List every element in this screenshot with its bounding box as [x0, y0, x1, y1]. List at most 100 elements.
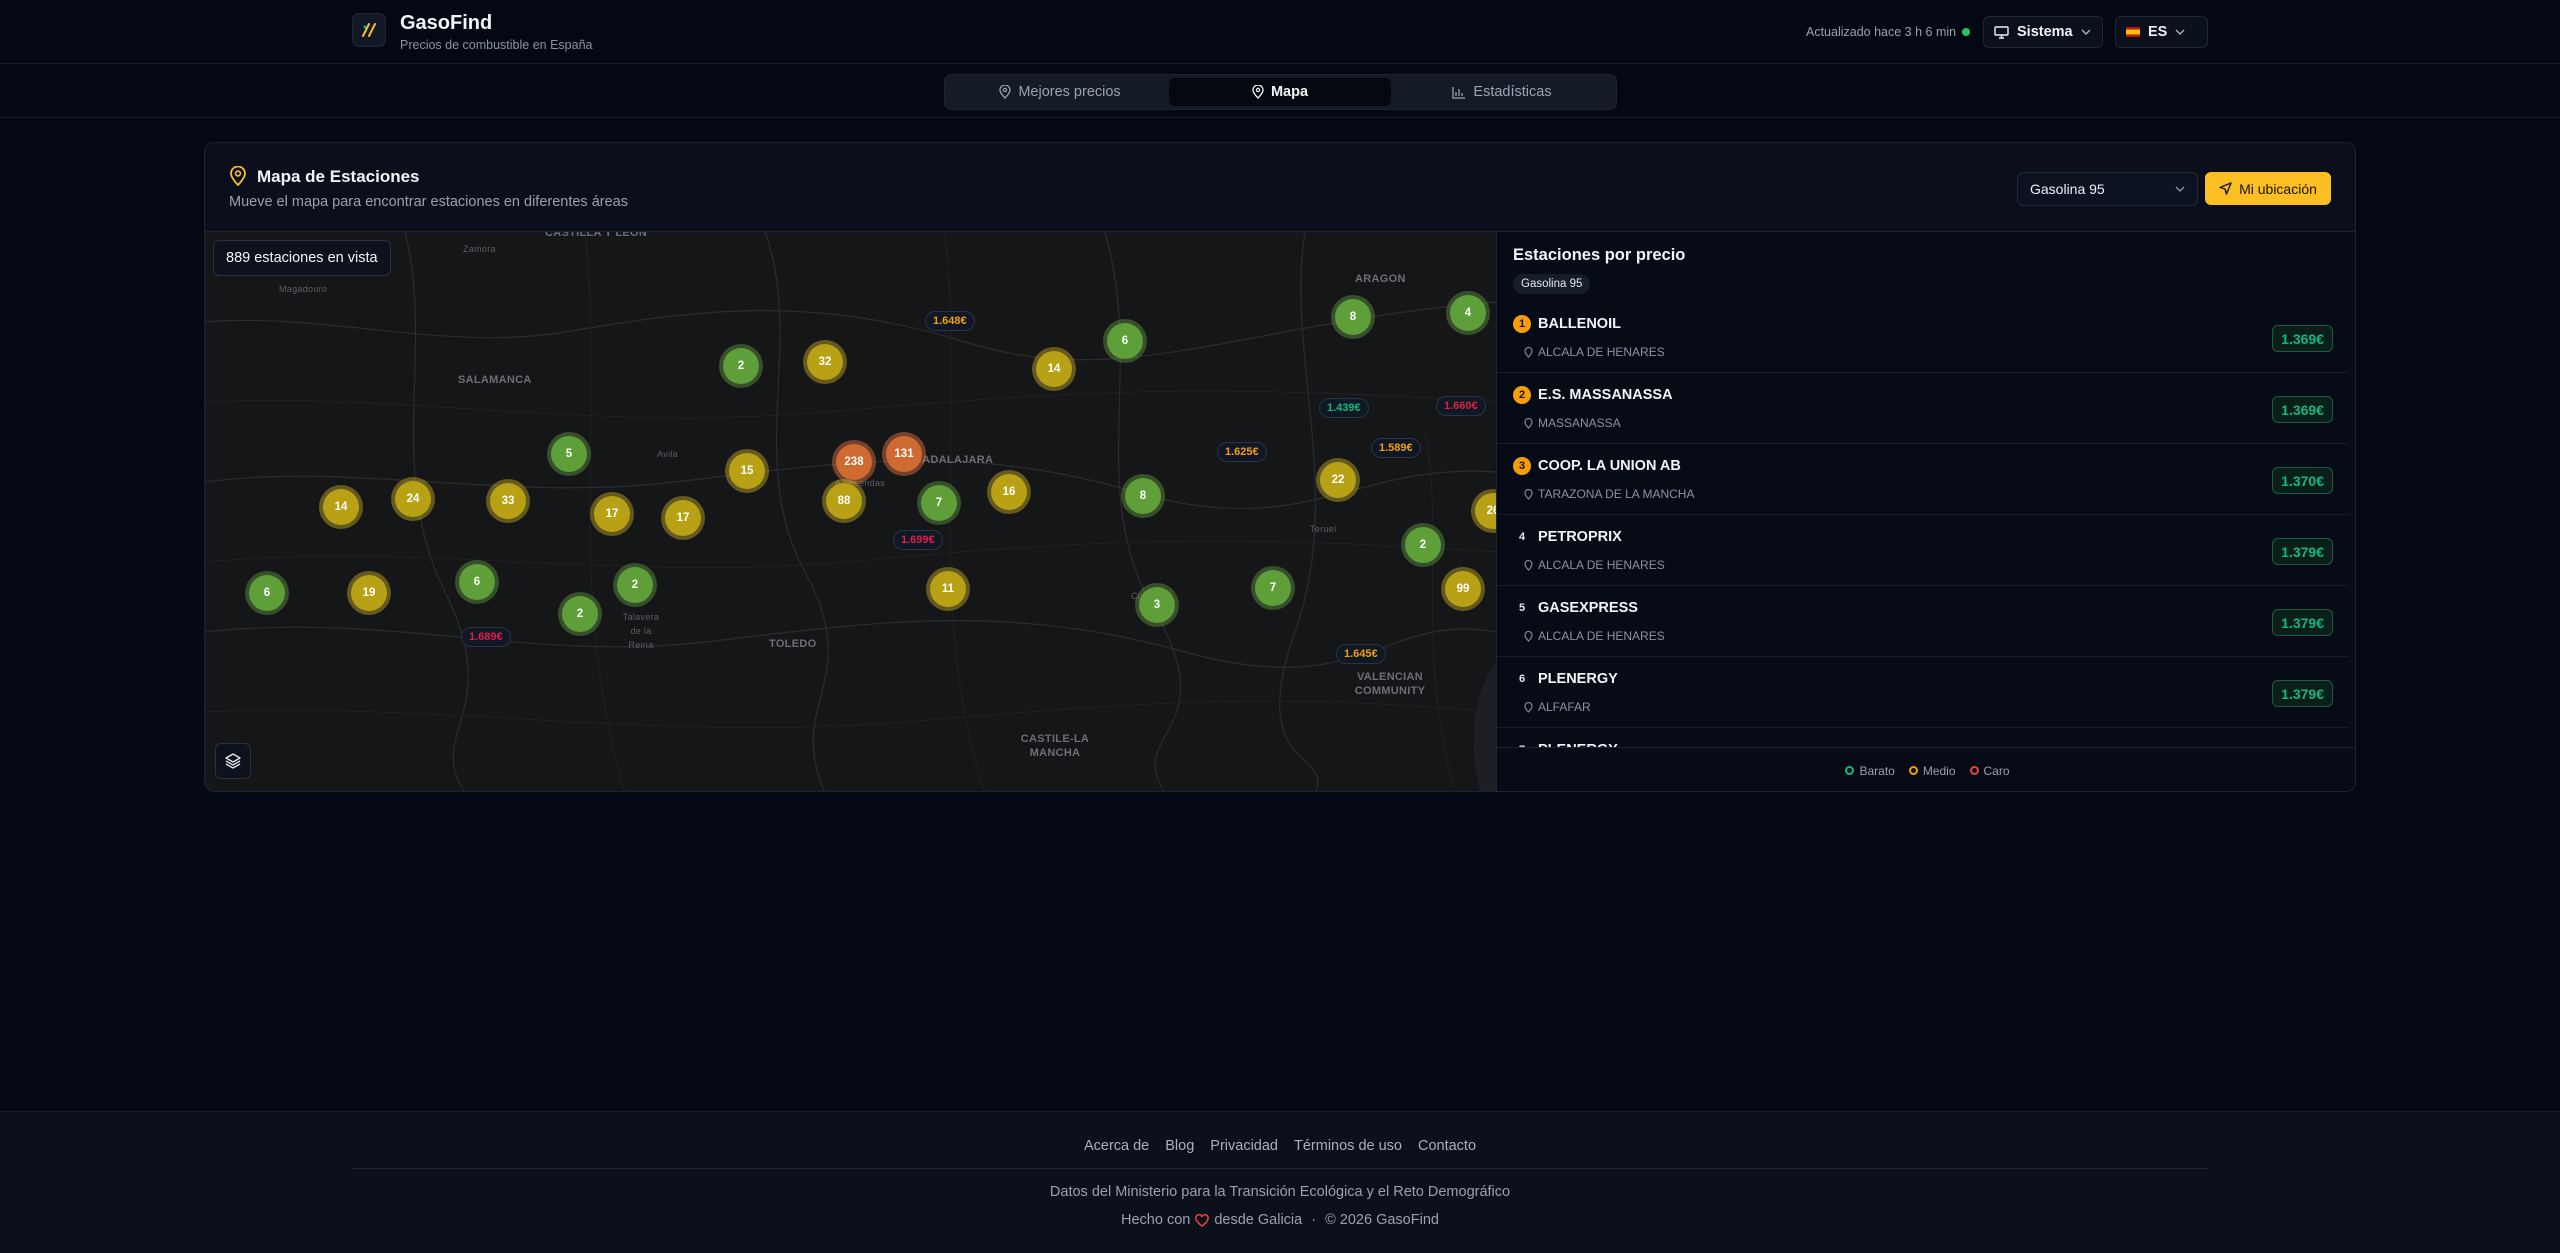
- place-label: Teruel: [1310, 524, 1337, 534]
- station-row[interactable]: 5 GASEXPRESS ALCALA DE HENARES 1.379€: [1497, 586, 2349, 657]
- station-row[interactable]: 6 PLENERGY ALFAFAR 1.379€: [1497, 657, 2349, 728]
- card-header: Mapa de Estaciones Mueve el mapa para en…: [205, 143, 2355, 232]
- place-label: VALENCIAN COMMUNITY: [1354, 671, 1426, 697]
- place-label: Zamora: [463, 244, 496, 254]
- legend-label: Barato: [1859, 763, 1895, 778]
- footer-divider: [352, 1168, 2208, 1169]
- tab-estadisticas[interactable]: Estadísticas: [1391, 78, 1613, 106]
- tab-label: Estadísticas: [1473, 84, 1552, 100]
- station-price: 1.379€: [2272, 609, 2333, 636]
- station-price-marker[interactable]: 1.648€: [925, 311, 975, 331]
- station-cluster[interactable]: 238: [836, 444, 872, 480]
- footer-link-about[interactable]: Acerca de: [1084, 1138, 1149, 1154]
- orange-dot-icon: [1908, 766, 1918, 775]
- station-cluster[interactable]: 24: [395, 481, 431, 517]
- station-cluster[interactable]: 14: [323, 489, 359, 525]
- place-label: CASTILE-LA MANCHA: [1020, 733, 1090, 759]
- station-row[interactable]: 4 PETROPRIX ALCALA DE HENARES 1.379€: [1497, 515, 2349, 586]
- station-price: 1.369€: [2272, 325, 2333, 352]
- tab-label: Mapa: [1270, 84, 1309, 100]
- station-price-marker[interactable]: 1.439€: [1319, 398, 1369, 418]
- tab-mapa[interactable]: Mapa: [1169, 78, 1391, 106]
- station-price-marker[interactable]: 1.699€: [893, 530, 943, 550]
- station-cluster[interactable]: 7: [1255, 570, 1291, 606]
- station-name: BALLENOIL: [1538, 316, 1621, 332]
- station-cluster[interactable]: 14: [1036, 351, 1072, 387]
- station-price: 1.369€: [2272, 396, 2333, 423]
- station-cluster[interactable]: 6: [459, 564, 495, 600]
- tab-mejores-precios[interactable]: Mejores precios: [949, 78, 1171, 106]
- last-updated: Actualizado hace 3 h 6 min: [1806, 25, 1957, 39]
- station-location: ALCALA DE HENARES: [1524, 629, 1665, 643]
- my-location-button[interactable]: Mi ubicación: [2205, 172, 2331, 205]
- footer-link-blog[interactable]: Blog: [1165, 1138, 1194, 1154]
- station-price-marker[interactable]: 1.689€: [461, 627, 511, 647]
- station-price-marker[interactable]: 1.589€: [1371, 438, 1421, 458]
- station-row[interactable]: 2 E.S. MASSANASSA MASSANASSA 1.369€: [1497, 373, 2349, 444]
- heart-icon: [1195, 1213, 1210, 1227]
- stations-in-view-badge: 889 estaciones en vista: [213, 240, 391, 276]
- app-title[interactable]: GasoFind: [400, 12, 492, 35]
- theme-selector[interactable]: Sistema: [1983, 16, 2103, 48]
- station-price-marker[interactable]: 1.645€: [1336, 644, 1386, 664]
- fuel-type-select[interactable]: Gasolina 95: [2017, 172, 2198, 206]
- station-name: E.S. MASSANASSA: [1538, 387, 1673, 403]
- station-cluster[interactable]: 2: [617, 567, 653, 603]
- station-name: PETROPRIX: [1538, 529, 1622, 545]
- chevron-down-icon: [2081, 29, 2091, 35]
- station-cluster[interactable]: 131: [886, 436, 922, 472]
- station-cluster[interactable]: 6: [249, 575, 285, 611]
- layers-button[interactable]: [215, 743, 251, 779]
- station-cluster[interactable]: 8: [1335, 299, 1371, 335]
- footer: Acerca de Blog Privacidad Términos de us…: [0, 1111, 2560, 1253]
- station-cluster[interactable]: 33: [490, 483, 526, 519]
- footer-link-privacy[interactable]: Privacidad: [1210, 1138, 1278, 1154]
- station-row[interactable]: 7PLENERGY: [1497, 728, 2349, 747]
- station-cluster[interactable]: 99: [1445, 571, 1481, 607]
- station-row[interactable]: 3 COOP. LA UNION AB TARAZONA DE LA MANCHA 1…: [1497, 444, 2349, 515]
- station-price-marker[interactable]: 1.660€: [1436, 396, 1486, 416]
- station-cluster[interactable]: 7: [921, 485, 957, 521]
- station-cluster[interactable]: 4: [1450, 295, 1486, 331]
- app-header: GasoFind Precios de combustible en Españ…: [0, 0, 2560, 64]
- footer-link-contact[interactable]: Contacto: [1418, 1138, 1476, 1154]
- station-price-marker[interactable]: 1.625€: [1217, 442, 1267, 462]
- station-city: MASSANASSA: [1538, 416, 1621, 430]
- footer-link-terms[interactable]: Términos de uso: [1294, 1138, 1402, 1154]
- map-pin-icon: [230, 166, 246, 186]
- rank-badge: 1: [1513, 315, 1531, 333]
- panel-title: Estaciones por precio: [1513, 246, 1686, 264]
- station-cluster[interactable]: 15: [729, 453, 765, 489]
- station-cluster[interactable]: 2: [723, 348, 759, 384]
- station-cluster[interactable]: 32: [807, 344, 843, 380]
- station-cluster[interactable]: 17: [594, 496, 630, 532]
- station-cluster[interactable]: 5: [551, 436, 587, 472]
- station-cluster[interactable]: 8: [1125, 478, 1161, 514]
- status-dot: [1962, 28, 1970, 36]
- station-cluster[interactable]: 2: [562, 596, 598, 632]
- station-city: ALCALA DE HENARES: [1538, 345, 1665, 359]
- station-cluster[interactable]: 6: [1107, 323, 1143, 359]
- language-label: ES: [2148, 24, 2168, 40]
- theme-label: Sistema: [2017, 24, 2073, 40]
- fuel-chip: Gasolina 95: [1513, 274, 1591, 294]
- station-price: 1.379€: [2272, 680, 2333, 707]
- station-cluster[interactable]: 88: [826, 483, 862, 519]
- station-cluster[interactable]: 3: [1139, 587, 1175, 623]
- layers-icon: [225, 753, 241, 769]
- station-cluster[interactable]: 16: [991, 474, 1027, 510]
- language-selector[interactable]: ES: [2115, 16, 2208, 48]
- map-view[interactable]: CASTILLA Y LEÓN SALAMANCA GUADALAJARA TO…: [205, 232, 1496, 791]
- made-with-love: Hecho con desde Galicia · © 2026 GasoFin…: [0, 1212, 2560, 1228]
- rank-badge: 2: [1513, 386, 1531, 404]
- legend-label: Medio: [1922, 763, 1956, 778]
- station-cluster[interactable]: 11: [930, 571, 966, 607]
- station-cluster[interactable]: 19: [351, 575, 387, 611]
- station-list[interactable]: 1 BALLENOIL ALCALA DE HENARES 1.369€ 2 E.S. M…: [1497, 302, 2349, 747]
- station-cluster[interactable]: 2: [1405, 527, 1441, 563]
- station-row[interactable]: 1 BALLENOIL ALCALA DE HENARES 1.369€: [1497, 302, 2349, 373]
- station-cluster[interactable]: 17: [665, 500, 701, 536]
- logo[interactable]: [352, 13, 386, 47]
- green-dot-icon: [1845, 766, 1855, 775]
- station-cluster[interactable]: 22: [1320, 462, 1356, 498]
